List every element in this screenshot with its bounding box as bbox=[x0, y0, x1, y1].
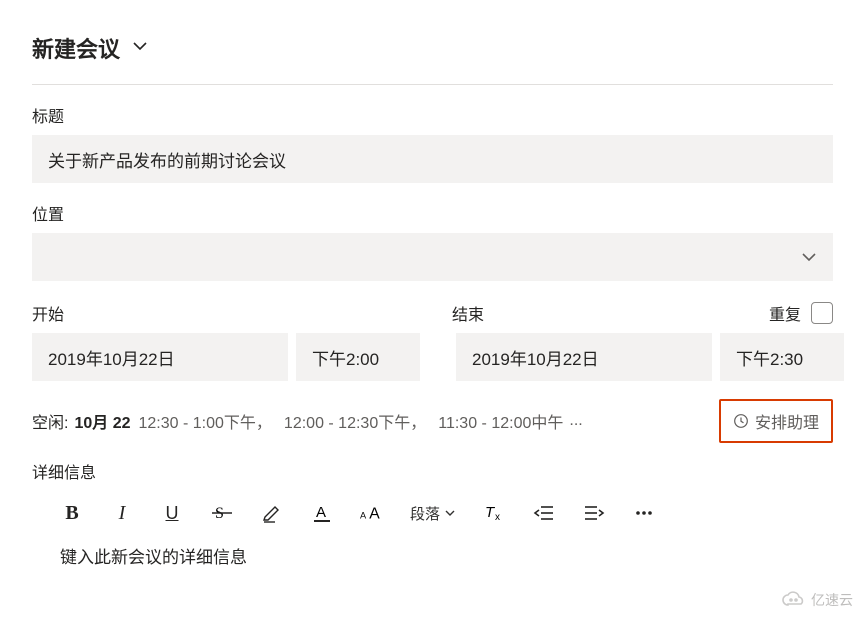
start-time-input[interactable] bbox=[296, 333, 420, 381]
page-title: 新建会议 bbox=[32, 32, 120, 64]
meeting-type-dropdown-icon[interactable] bbox=[132, 38, 148, 59]
font-color-button[interactable]: A bbox=[310, 501, 334, 525]
scheduling-assistant-button[interactable]: 安排助理 bbox=[719, 399, 833, 443]
end-date-input[interactable] bbox=[456, 333, 712, 381]
strikethrough-button[interactable]: S bbox=[210, 501, 234, 525]
freebusy-sep: ， bbox=[256, 409, 272, 433]
freebusy-more[interactable]: ... bbox=[569, 412, 582, 430]
start-date-input[interactable] bbox=[32, 333, 288, 381]
scheduling-assistant-label: 安排助理 bbox=[755, 409, 819, 433]
paragraph-style-dropdown[interactable]: 段落 bbox=[410, 503, 456, 524]
bold-button[interactable]: B bbox=[60, 501, 84, 525]
end-time-input[interactable] bbox=[720, 333, 844, 381]
more-options-button[interactable] bbox=[632, 501, 656, 525]
location-input[interactable] bbox=[32, 233, 833, 281]
freebusy-date: 10月 22 bbox=[74, 409, 130, 433]
svg-text:A: A bbox=[360, 511, 367, 521]
details-placeholder: 键入此新会议的详细信息 bbox=[60, 548, 247, 567]
highlight-button[interactable] bbox=[260, 501, 284, 525]
title-label: 标题 bbox=[32, 103, 833, 127]
location-label: 位置 bbox=[32, 201, 833, 225]
chevron-down-icon bbox=[444, 507, 456, 519]
italic-button[interactable]: I bbox=[110, 501, 134, 525]
start-label: 开始 bbox=[32, 301, 452, 325]
svg-text:x: x bbox=[495, 512, 500, 523]
indent-button[interactable] bbox=[582, 501, 606, 525]
freebusy-sep: ， bbox=[410, 409, 426, 433]
freebusy-slot[interactable]: 12:00 - 12:30下午 bbox=[284, 409, 410, 433]
watermark: 亿速云 bbox=[781, 590, 853, 610]
freebusy-label: 空闲: bbox=[32, 409, 68, 433]
outdent-button[interactable] bbox=[532, 501, 556, 525]
editor-toolbar: B I U S A AA 段落 Tx bbox=[46, 491, 833, 539]
clear-formatting-button[interactable]: Tx bbox=[482, 501, 506, 525]
clock-icon bbox=[733, 413, 749, 429]
freebusy-slot[interactable]: 12:30 - 1:00下午 bbox=[139, 409, 256, 433]
details-label: 详细信息 bbox=[32, 459, 833, 483]
repeat-label: 重复 bbox=[769, 301, 801, 325]
title-input[interactable] bbox=[32, 135, 833, 183]
end-label: 结束 bbox=[452, 301, 769, 325]
repeat-checkbox[interactable] bbox=[811, 302, 833, 324]
font-size-button[interactable]: AA bbox=[360, 501, 384, 525]
svg-text:A: A bbox=[316, 504, 326, 521]
details-editor[interactable]: 键入此新会议的详细信息 bbox=[46, 539, 833, 572]
underline-button[interactable]: U bbox=[160, 501, 184, 525]
freebusy-slot[interactable]: 11:30 - 12:00中午 bbox=[438, 409, 563, 433]
cloud-icon bbox=[781, 591, 807, 609]
svg-text:A: A bbox=[369, 506, 380, 523]
